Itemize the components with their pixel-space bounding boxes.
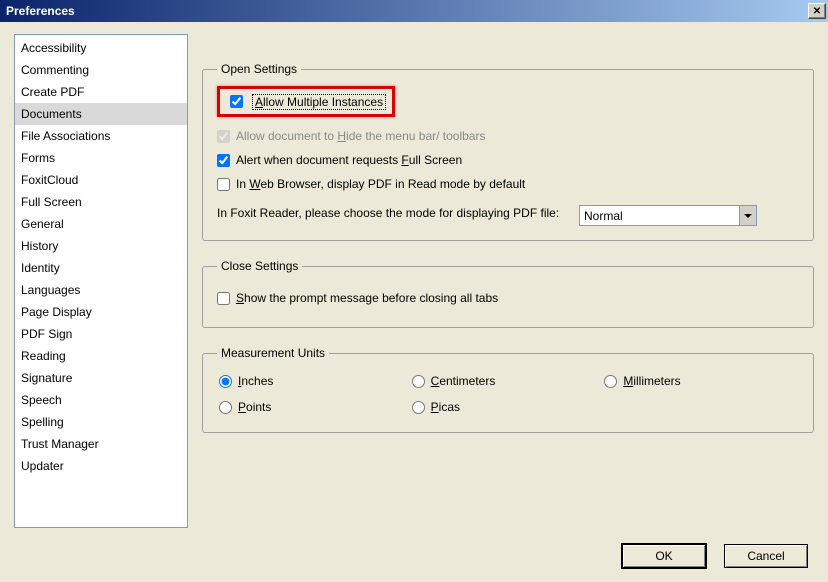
unit-option-centimeters[interactable]: Centimeters	[412, 374, 605, 388]
close-icon: ✕	[813, 6, 821, 17]
display-mode-dropdown[interactable]: Normal	[579, 205, 757, 226]
close-settings-group: Close Settings Show the prompt message b…	[202, 259, 814, 328]
sidebar-item-reading[interactable]: Reading	[15, 345, 187, 367]
open-settings-group: Open Settings Allow Multiple Instances A…	[202, 62, 814, 241]
sidebar-item-trust-manager[interactable]: Trust Manager	[15, 433, 187, 455]
unit-radio-millimeters[interactable]	[604, 375, 617, 388]
unit-option-picas[interactable]: Picas	[412, 400, 605, 414]
sidebar-item-pdf-sign[interactable]: PDF Sign	[15, 323, 187, 345]
unit-label: Points	[238, 400, 271, 414]
allow-multiple-instances-checkbox[interactable]	[230, 95, 243, 108]
sidebar-item-foxitcloud[interactable]: FoxitCloud	[15, 169, 187, 191]
show-prompt-label[interactable]: Show the prompt message before closing a…	[236, 289, 498, 307]
sidebar-item-languages[interactable]: Languages	[15, 279, 187, 301]
display-mode-label: In Foxit Reader, please choose the mode …	[217, 205, 567, 221]
unit-radio-centimeters[interactable]	[412, 375, 425, 388]
sidebar-item-full-screen[interactable]: Full Screen	[15, 191, 187, 213]
sidebar-item-page-display[interactable]: Page Display	[15, 301, 187, 323]
sidebar-item-identity[interactable]: Identity	[15, 257, 187, 279]
unit-label: Picas	[431, 400, 460, 414]
window-title: Preferences	[6, 4, 75, 18]
unit-radio-points[interactable]	[219, 401, 232, 414]
sidebar-item-accessibility[interactable]: Accessibility	[15, 37, 187, 59]
display-mode-row: In Foxit Reader, please choose the mode …	[217, 205, 799, 226]
dialog-buttons: OK Cancel	[622, 544, 808, 568]
allow-hide-menu-checkbox	[217, 130, 230, 143]
sidebar-item-file-associations[interactable]: File Associations	[15, 125, 187, 147]
allow-hide-menu-label: Allow document to Hide the menu bar/ too…	[236, 127, 485, 145]
unit-label: Centimeters	[431, 374, 496, 388]
web-browser-read-mode-label[interactable]: In Web Browser, display PDF in Read mode…	[236, 175, 525, 193]
unit-label: Inches	[238, 374, 273, 388]
allow-multiple-instances-highlight: Allow Multiple Instances	[217, 86, 395, 117]
sidebar-item-general[interactable]: General	[15, 213, 187, 235]
measurement-units-group: Measurement Units Inches Centimeters Milli…	[202, 346, 814, 433]
allow-hide-menu-row: Allow document to Hide the menu bar/ too…	[217, 127, 799, 145]
unit-option-points[interactable]: Points	[219, 400, 412, 414]
main-panel: Open Settings Allow Multiple Instances A…	[202, 34, 814, 570]
sidebar-item-spelling[interactable]: Spelling	[15, 411, 187, 433]
unit-option-inches[interactable]: Inches	[219, 374, 412, 388]
titlebar: Preferences ✕	[0, 0, 828, 22]
unit-radio-inches[interactable]	[219, 375, 232, 388]
sidebar-item-updater[interactable]: Updater	[15, 455, 187, 477]
measurement-units-legend: Measurement Units	[217, 346, 329, 360]
chevron-down-icon	[744, 214, 752, 218]
unit-label: Millimeters	[623, 374, 680, 388]
dropdown-arrow-button[interactable]	[739, 206, 756, 225]
sidebar-item-documents[interactable]: Documents	[15, 103, 187, 125]
alert-full-screen-row: Alert when document requests Full Screen	[217, 151, 799, 169]
web-browser-read-mode-checkbox[interactable]	[217, 178, 230, 191]
content-area: AccessibilityCommentingCreate PDFDocumen…	[0, 22, 828, 582]
alert-full-screen-label[interactable]: Alert when document requests Full Screen	[236, 151, 462, 169]
show-prompt-row: Show the prompt message before closing a…	[217, 289, 799, 307]
close-button[interactable]: ✕	[808, 3, 826, 19]
unit-option-millimeters[interactable]: Millimeters	[604, 374, 797, 388]
sidebar-item-speech[interactable]: Speech	[15, 389, 187, 411]
sidebar-item-signature[interactable]: Signature	[15, 367, 187, 389]
open-settings-legend: Open Settings	[217, 62, 301, 76]
cancel-button[interactable]: Cancel	[724, 544, 808, 568]
web-browser-read-mode-row: In Web Browser, display PDF in Read mode…	[217, 175, 799, 193]
alert-full-screen-checkbox[interactable]	[217, 154, 230, 167]
category-sidebar[interactable]: AccessibilityCommentingCreate PDFDocumen…	[14, 34, 188, 528]
sidebar-item-history[interactable]: History	[15, 235, 187, 257]
measurement-units-options: Inches Centimeters Millimeters Points Picas	[217, 370, 799, 418]
close-settings-legend: Close Settings	[217, 259, 302, 273]
allow-multiple-instances-label[interactable]: Allow Multiple Instances	[252, 94, 386, 110]
sidebar-item-forms[interactable]: Forms	[15, 147, 187, 169]
sidebar-item-commenting[interactable]: Commenting	[15, 59, 187, 81]
show-prompt-checkbox[interactable]	[217, 292, 230, 305]
sidebar-item-create-pdf[interactable]: Create PDF	[15, 81, 187, 103]
unit-radio-picas[interactable]	[412, 401, 425, 414]
display-mode-value: Normal	[584, 209, 623, 223]
ok-button[interactable]: OK	[622, 544, 706, 568]
